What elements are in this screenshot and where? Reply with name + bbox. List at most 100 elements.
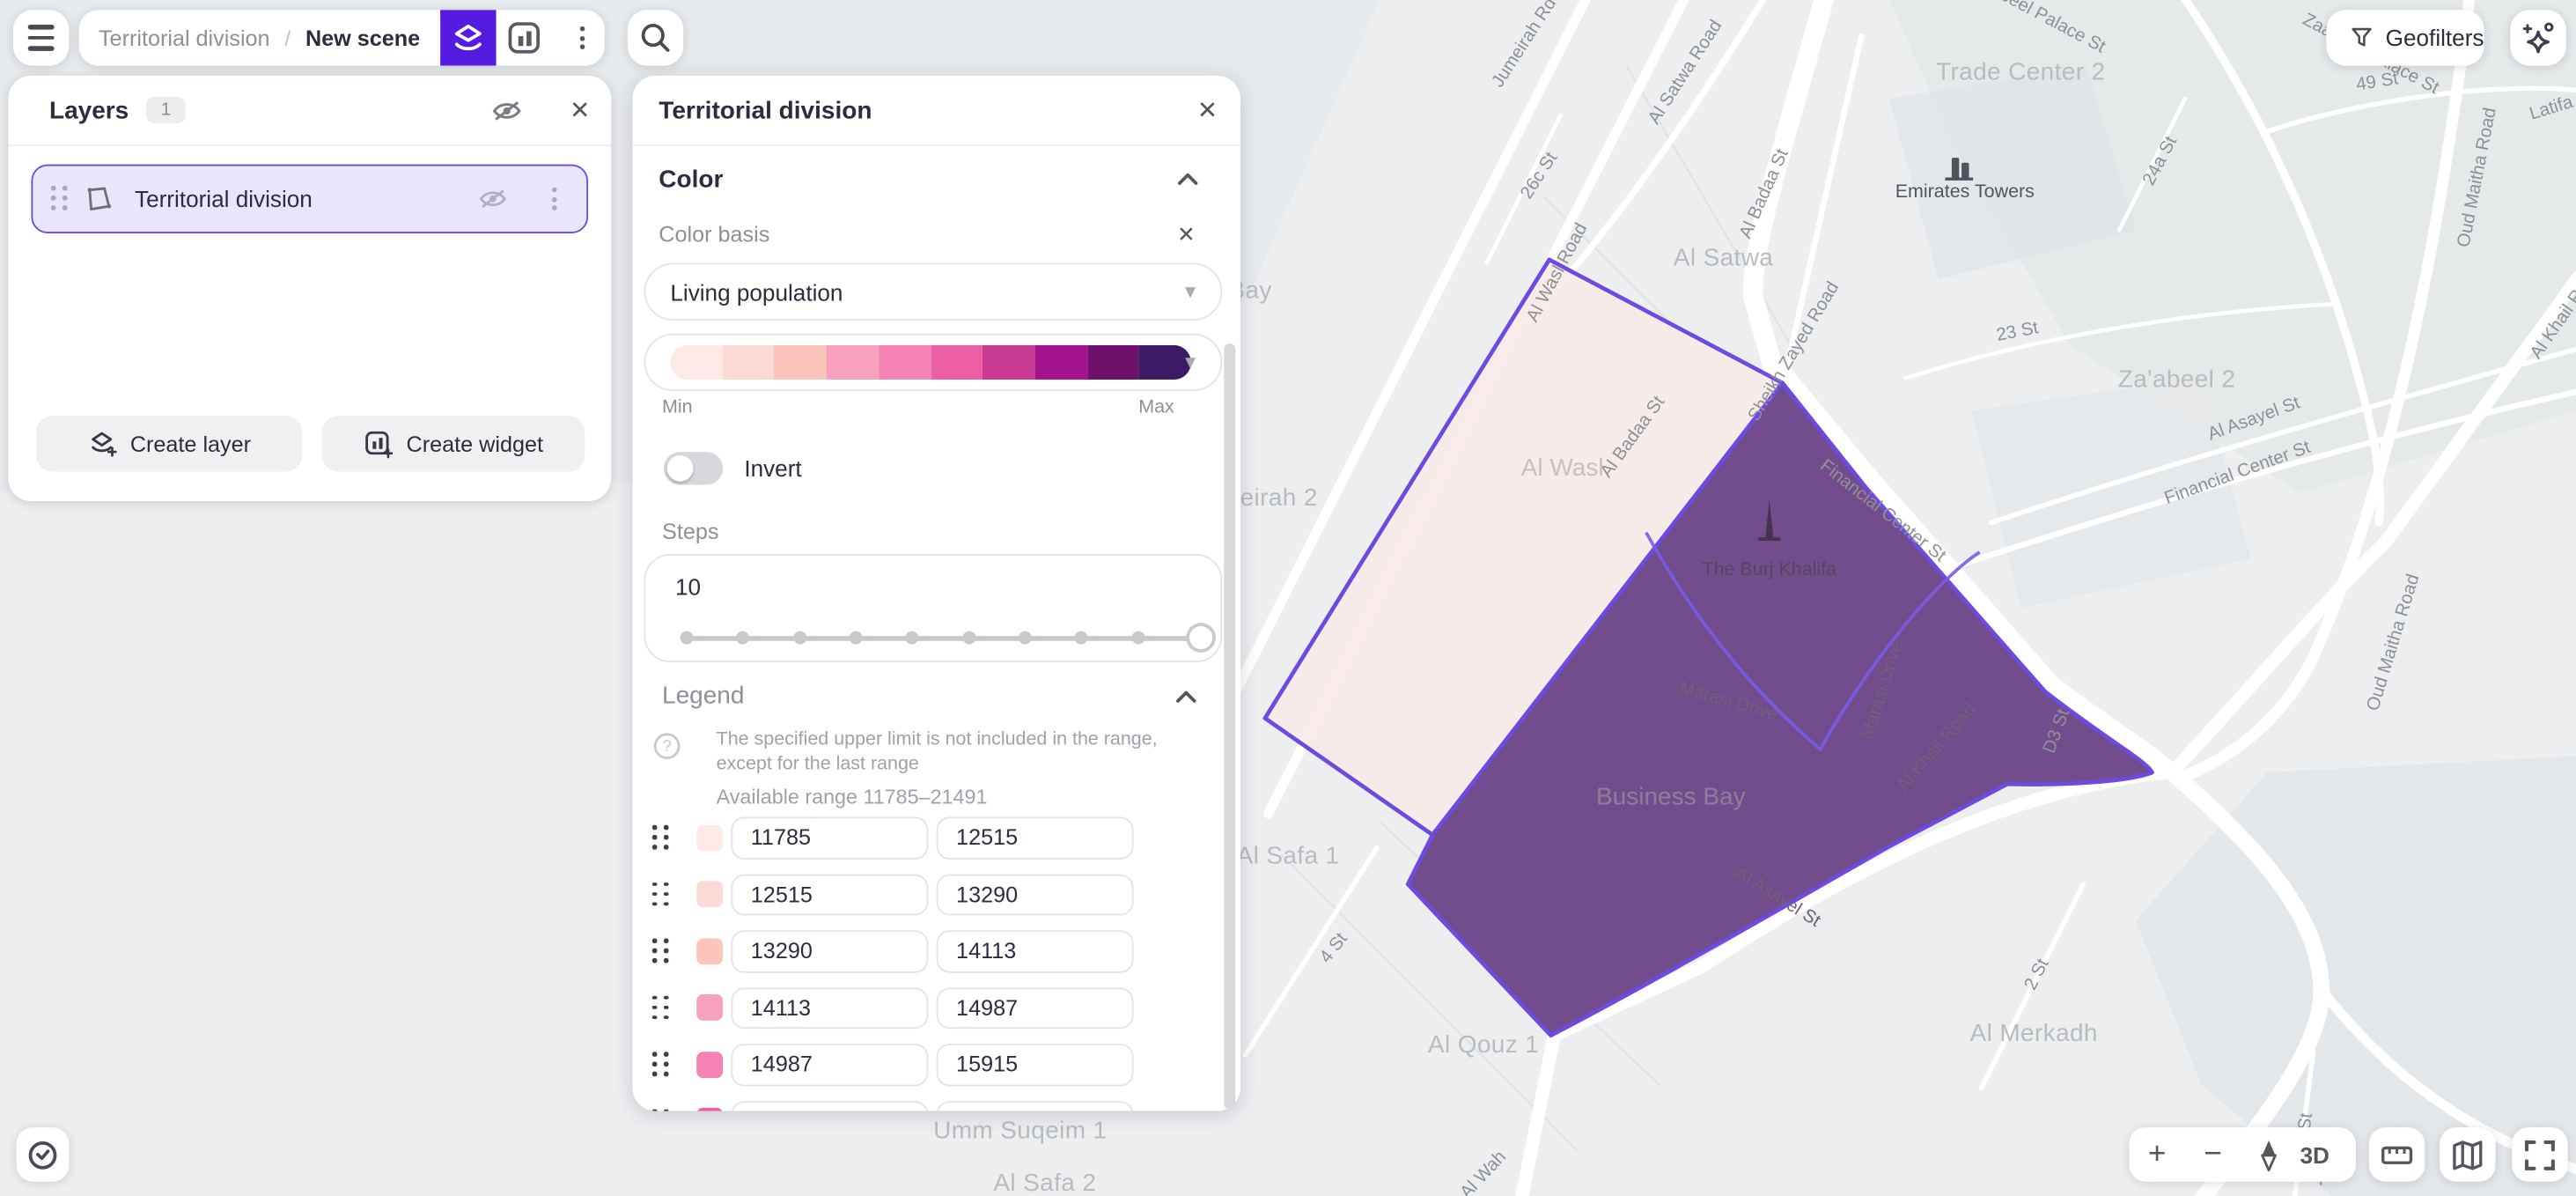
close-icon: ✕: [1177, 223, 1195, 244]
close-icon: ✕: [1197, 98, 1218, 122]
legend-color-swatch[interactable]: [696, 1051, 723, 1077]
ramp-segment: [1087, 345, 1139, 380]
zoom-out-button[interactable]: −: [2185, 1127, 2241, 1182]
drag-handle-icon[interactable]: [652, 882, 671, 908]
create-widget-label: Create widget: [407, 432, 543, 456]
collapse-legend-section-button[interactable]: [1174, 687, 1197, 706]
widgets-toggle-button[interactable]: [497, 10, 552, 65]
drag-handle-icon[interactable]: [652, 825, 671, 852]
layer-item-territorial-division[interactable]: Territorial division: [31, 165, 588, 233]
layers-panel-title: Layers: [49, 76, 129, 144]
ai-assistant-button[interactable]: [2510, 10, 2565, 65]
layer-item-label: Territorial division: [135, 186, 313, 212]
legend-color-swatch[interactable]: [696, 994, 723, 1021]
steps-label: Steps: [662, 520, 718, 544]
layers-toggle-button[interactable]: [440, 10, 496, 65]
slider-tick: [681, 631, 694, 645]
layers-panel: Layers 1 ✕ Territorial division: [8, 76, 611, 501]
drag-handle-icon[interactable]: [652, 1109, 671, 1111]
geofilters-button[interactable]: Geofilters: [2326, 10, 2484, 65]
legend-range-from-input[interactable]: [731, 816, 928, 859]
slider-tick: [962, 631, 975, 645]
legend-range-from-input[interactable]: [731, 930, 928, 972]
sparkles-icon: [2521, 19, 2557, 55]
close-icon: ✕: [570, 98, 590, 122]
search-button[interactable]: [628, 10, 683, 65]
ramp-segment: [723, 345, 775, 380]
legend-range-to-input[interactable]: [937, 1100, 1134, 1111]
clear-color-basis-button[interactable]: ✕: [1172, 218, 1202, 248]
legend-range-to-input[interactable]: [937, 874, 1134, 916]
drag-handle-icon[interactable]: [652, 995, 671, 1022]
steps-slider[interactable]: [681, 621, 1202, 653]
3d-toggle-button[interactable]: 3D: [2300, 1141, 2329, 1168]
zoom-in-button[interactable]: +: [2129, 1127, 2184, 1182]
color-ramp-select[interactable]: ▼: [644, 334, 1222, 391]
ramp-min-label: Min: [662, 398, 693, 417]
legend-color-swatch[interactable]: [696, 938, 723, 964]
toolbar-kebab-button[interactable]: [558, 10, 604, 65]
legend-color-swatch[interactable]: [696, 1108, 723, 1111]
breadcrumb-scene[interactable]: New scene: [305, 26, 420, 50]
close-settings-panel-button[interactable]: ✕: [1191, 95, 1224, 125]
map-icon: [2451, 1138, 2484, 1170]
legend-range-to-input[interactable]: [937, 816, 1134, 859]
legend-range-to-input[interactable]: [937, 930, 1134, 972]
breadcrumb: Territorial division / New scene: [79, 10, 605, 65]
settings-panel-header: Territorial division ✕: [632, 76, 1240, 146]
panel-scrollbar[interactable]: [1224, 343, 1235, 1110]
compass-icon: [2254, 1138, 2284, 1170]
layer-visibility-button[interactable]: [478, 184, 508, 214]
layer-kebab-button[interactable]: [552, 188, 557, 210]
legend-range-from-input[interactable]: [731, 987, 928, 1030]
basemap-button[interactable]: [2440, 1127, 2495, 1182]
clock-icon: [26, 1138, 59, 1170]
slider-tick: [1075, 631, 1088, 645]
drag-handle-icon[interactable]: [652, 939, 671, 965]
legend-color-swatch[interactable]: [696, 881, 723, 907]
color-basis-select[interactable]: Living population ▼: [644, 263, 1222, 321]
close-layers-panel-button[interactable]: ✕: [563, 95, 596, 125]
create-widget-button[interactable]: Create widget: [322, 416, 585, 471]
compass-button[interactable]: [2241, 1127, 2296, 1182]
hamburger-icon: [28, 25, 55, 50]
menu-button[interactable]: [13, 10, 69, 65]
create-layer-icon: [87, 429, 117, 459]
history-button[interactable]: [17, 1127, 70, 1182]
color-basis-value: Living population: [670, 278, 843, 305]
eye-icon: [490, 94, 521, 125]
legend-row: [632, 1044, 1240, 1087]
slider-handle[interactable]: [1186, 623, 1216, 653]
legend-range-from-input[interactable]: [731, 1044, 928, 1086]
kebab-icon: [552, 188, 557, 210]
invert-toggle[interactable]: [664, 452, 723, 484]
invert-label: Invert: [744, 455, 801, 482]
legend-section-title: Legend: [662, 682, 744, 710]
legend-range-to-input[interactable]: [937, 1044, 1134, 1086]
legend-note: The specified upper limit is not include…: [717, 728, 1196, 778]
breadcrumb-project[interactable]: Territorial division: [99, 26, 270, 50]
chevron-down-icon: ▼: [1181, 352, 1199, 372]
legend-range-from-input[interactable]: [731, 874, 928, 916]
fullscreen-button[interactable]: [2512, 1127, 2567, 1182]
ramp-segment: [931, 345, 983, 380]
legend-range-from-input[interactable]: [731, 1100, 928, 1111]
legend-row: [632, 1100, 1240, 1111]
create-layer-button[interactable]: Create layer: [36, 416, 302, 471]
chevron-down-icon: ▼: [1181, 282, 1199, 301]
legend-row: [632, 874, 1240, 917]
create-layer-label: Create layer: [130, 432, 251, 456]
ruler-icon: [2381, 1138, 2413, 1170]
drag-handle-icon[interactable]: [51, 186, 70, 212]
color-basis-label: Color basis: [659, 222, 769, 247]
legend-range-to-input[interactable]: [937, 987, 1134, 1030]
color-ramp-preview: [670, 345, 1191, 380]
drag-handle-icon[interactable]: [652, 1052, 671, 1078]
legend-color-swatch[interactable]: [696, 824, 723, 851]
steps-input[interactable]: [672, 572, 810, 602]
svg-text:?: ?: [662, 736, 671, 755]
legend-row: [632, 930, 1240, 973]
collapse-color-section-button[interactable]: [1176, 169, 1199, 188]
measure-button[interactable]: [2369, 1127, 2425, 1182]
hide-all-layers-button[interactable]: [488, 95, 524, 125]
